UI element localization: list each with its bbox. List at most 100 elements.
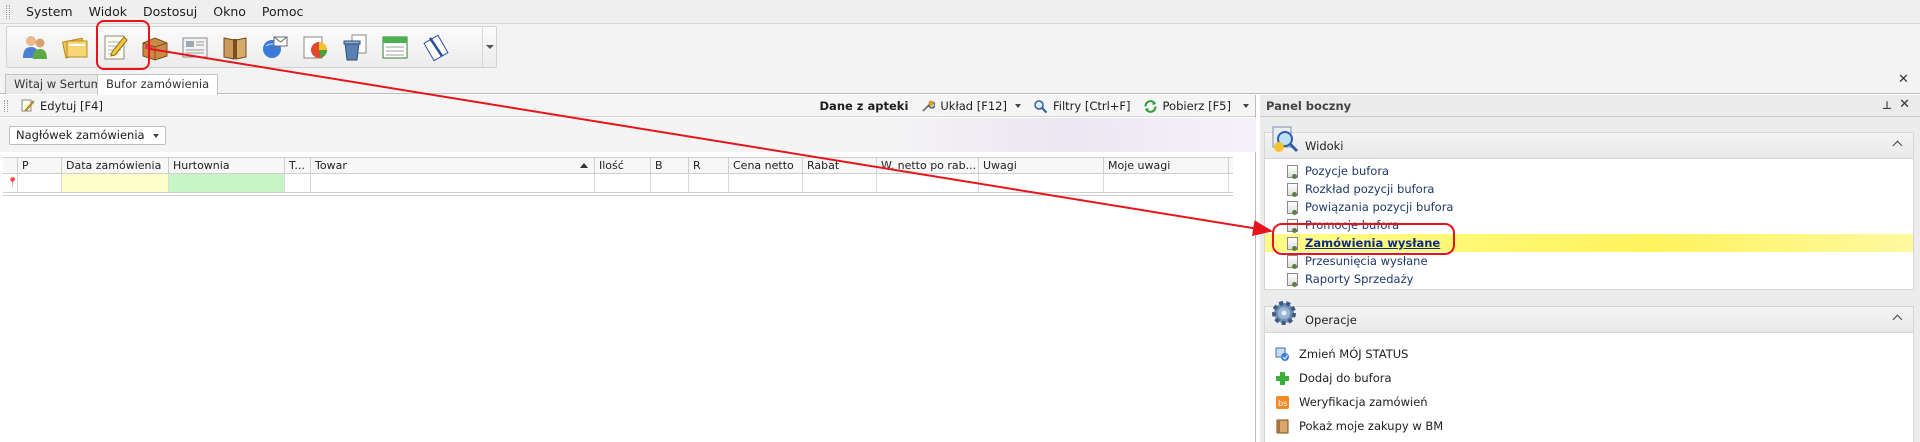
filter-row-indicator: 📍 (3, 174, 18, 192)
close-document-icon[interactable]: ✕ (1898, 72, 1909, 87)
filter-cell-uwagi[interactable] (979, 174, 1104, 192)
mail-globe-icon (263, 36, 288, 58)
grid-bottom-border (3, 194, 1233, 196)
calendar-button[interactable] (377, 29, 413, 65)
close-panel-icon[interactable]: ✕ (1899, 97, 1910, 112)
chevron-down-icon[interactable] (1014, 104, 1021, 108)
column-header-rabat[interactable]: Rabat (803, 158, 877, 173)
grid-toolbar: Edytuj [F4] Dane z apteki Układ [F12] Fi… (0, 95, 1255, 117)
filter-cell-b[interactable] (651, 174, 689, 192)
view-item-zamowienia-wyslane[interactable]: Zamówienia wysłane (1265, 234, 1913, 252)
filter-cell-t[interactable] (285, 174, 311, 192)
users-icon (23, 36, 47, 59)
filter-cell-moje-uwagi[interactable] (1104, 174, 1229, 192)
column-header-moje-uwagi[interactable]: Moje uwagi (1104, 158, 1229, 173)
group-by-panel: Nagłówek zamówienia (0, 118, 1256, 152)
clip-button[interactable] (417, 29, 453, 65)
view-item-label: Przesunięcia wysłane (1305, 254, 1428, 268)
trash-button[interactable] (337, 29, 373, 65)
filters-button[interactable]: Filtry [Ctrl+F] (1027, 95, 1137, 117)
menu-pomoc[interactable]: Pomoc (254, 1, 311, 23)
group-by-label: Nagłówek zamówienia (16, 128, 145, 142)
column-header-indicator[interactable] (3, 158, 18, 173)
layout-button-label: Układ [F12] (940, 99, 1007, 113)
users-button[interactable] (17, 29, 53, 65)
fetch-button[interactable]: Pobierz [F5] (1137, 95, 1237, 117)
operation-zmien-moj-status[interactable]: Zmień MÓJ STATUS (1265, 342, 1913, 366)
filter-cell-ilosc[interactable] (595, 174, 651, 192)
filter-cell-cena-netto[interactable] (729, 174, 803, 192)
grid-toolbar-grip[interactable] (4, 99, 8, 112)
operation-label: Dodaj do bufora (1299, 371, 1392, 385)
filter-cell-w-netto[interactable] (877, 174, 979, 192)
operation-weryfikacja-zamowien[interactable]: bs Weryfikacja zamówień (1265, 390, 1913, 414)
document-icon (1287, 255, 1298, 269)
fetch-button-label: Pobierz [F5] (1162, 99, 1231, 113)
box-button[interactable] (137, 29, 173, 65)
view-item-label: Raporty Sprzedaży (1305, 272, 1414, 286)
view-item-label: Pozycje bufora (1305, 164, 1390, 178)
column-header-b[interactable]: B (651, 158, 689, 173)
menu-dostosuj[interactable]: Dostosuj (135, 1, 205, 23)
filter-cell-data-zamowienia[interactable] (62, 174, 169, 192)
grid-filter-row: 📍 (3, 174, 1233, 193)
menu-widok[interactable]: Widok (81, 1, 135, 23)
side-panel-title: Panel boczny (1266, 98, 1352, 113)
notepad-button[interactable] (97, 29, 133, 65)
tab-witaj-w-sertum[interactable]: Witaj w Sertum (5, 74, 111, 94)
calendar-icon (382, 36, 408, 59)
chevron-down-icon (152, 133, 159, 138)
verify-orders-icon: bs (1276, 396, 1289, 409)
edit-button[interactable]: Edytuj [F4] (14, 95, 109, 117)
view-item-powiazania-pozycji-bufora[interactable]: Powiązania pozycji bufora (1265, 198, 1913, 216)
layout-button[interactable]: Układ [F12] (914, 95, 1027, 117)
operations-list: Zmień MÓJ STATUS Dodaj do bufora bs Wery… (1265, 333, 1913, 438)
filter-cell-r[interactable] (689, 174, 729, 192)
column-header-data-zamowienia[interactable]: Data zamówienia (62, 158, 169, 173)
menu-grip[interactable] (6, 4, 10, 19)
order-buffer-pane: Edytuj [F4] Dane z apteki Układ [F12] Fi… (0, 95, 1256, 442)
views-section-header[interactable]: Widoki (1265, 126, 1913, 159)
chart-report-icon (303, 36, 327, 59)
operation-pokaz-moje-zakupy[interactable]: Pokaż moje zakupy w BM (1265, 414, 1913, 438)
chevron-up-icon[interactable] (1892, 314, 1903, 325)
document-icon (1287, 219, 1298, 233)
column-header-hurtownia[interactable]: Hurtownia (169, 158, 285, 173)
mail-button[interactable] (257, 29, 293, 65)
tab-bufor-zamowienia[interactable]: Bufor zamówienia (97, 74, 219, 95)
grid-toolbar-overflow[interactable] (1237, 95, 1255, 117)
column-header-towar[interactable]: Towar (311, 158, 595, 173)
column-header-ilosc[interactable]: Ilość (595, 158, 651, 173)
filter-cell-towar[interactable] (311, 174, 595, 192)
view-item-promocje-bufora[interactable]: Promocje bufora (1265, 216, 1913, 234)
newspaper-button[interactable] (177, 29, 213, 65)
book-button[interactable] (217, 29, 253, 65)
report-button[interactable] (297, 29, 333, 65)
folders-button[interactable] (57, 29, 93, 65)
column-header-p[interactable]: P (18, 158, 62, 173)
chevron-up-icon[interactable] (1892, 140, 1903, 151)
filter-cell-hurtownia[interactable] (169, 174, 285, 192)
view-item-przesuniecia-wyslane[interactable]: Przesunięcia wysłane (1265, 252, 1913, 270)
pin-icon[interactable]: ⊥ (1882, 99, 1892, 112)
filter-cell-p[interactable] (18, 174, 62, 192)
column-header-cena-netto[interactable]: Cena netto (729, 158, 803, 173)
edit-notepad-icon (21, 99, 35, 112)
view-item-rozklad-pozycji-bufora[interactable]: Rozkład pozycji bufora (1265, 180, 1913, 198)
column-header-towar-label: Towar (315, 159, 347, 172)
group-by-order-header-button[interactable]: Nagłówek zamówienia (9, 126, 166, 145)
column-header-uwagi[interactable]: Uwagi (979, 158, 1104, 173)
operation-dodaj-do-bufora[interactable]: Dodaj do bufora (1265, 366, 1913, 390)
view-item-raporty-sprzedazy[interactable]: Raporty Sprzedaży (1265, 270, 1913, 288)
chevron-down-icon (485, 45, 494, 49)
column-header-r[interactable]: R (689, 158, 729, 173)
operations-section-header[interactable]: Operacje (1265, 301, 1913, 333)
menu-okno[interactable]: Okno (205, 1, 254, 23)
toolbar-overflow-button[interactable] (482, 27, 496, 67)
column-header-t[interactable]: T... (285, 158, 311, 173)
view-item-pozycje-bufora[interactable]: Pozycje bufora (1265, 162, 1913, 180)
filter-cell-rabat[interactable] (803, 174, 877, 192)
menu-system[interactable]: System (18, 1, 81, 23)
column-header-w-netto-po-rabacie[interactable]: W. netto po rab... (877, 158, 979, 173)
grid-toolbar-right: Dane z apteki Układ [F12] Filtry [Ctrl+F… (814, 95, 1255, 117)
